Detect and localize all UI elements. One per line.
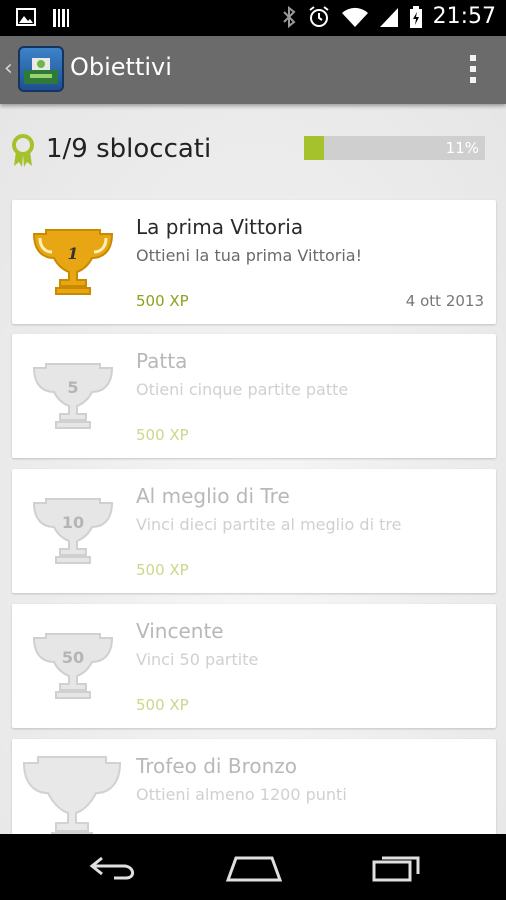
bluetooth-icon [282, 5, 296, 28]
achievements-screen[interactable]: 1/9 sbloccati 11% 1 La prima Vittoria Ot… [0, 104, 506, 834]
achievement-title: Vincente [136, 619, 224, 643]
signal-icon [379, 7, 398, 27]
back-icon[interactable] [84, 850, 144, 884]
achievement-card[interactable]: 50 Vincente Vinci 50 partite 500 XP [12, 604, 496, 728]
achievement-title: Trofeo di Bronzo [136, 754, 297, 778]
page-title: Obiettivi [70, 53, 172, 81]
large-trophy-icon [22, 756, 122, 834]
award-ribbon-icon [12, 134, 34, 167]
achievement-card[interactable]: Trofeo di Bronzo Ottieni almeno 1200 pun… [12, 739, 496, 834]
achievement-date: 4 ott 2013 [405, 292, 484, 310]
home-icon[interactable] [224, 850, 284, 884]
achievement-card[interactable]: 10 Al meglio di Tre Vinci dieci partite … [12, 469, 496, 593]
battery-icon [409, 5, 422, 28]
status-bar: 21:57 [0, 0, 506, 36]
silver-trophy-icon: 10 [32, 498, 114, 564]
achievement-xp: 500 XP [136, 426, 189, 444]
gold-trophy-icon: 1 [32, 229, 114, 295]
app-logo-icon[interactable] [18, 46, 64, 92]
progress-fill [304, 136, 324, 160]
achievement-description: Ottieni la tua prima Vittoria! [136, 246, 363, 265]
achievement-description: Vinci 50 partite [136, 650, 259, 669]
image-icon [16, 8, 36, 26]
action-bar: ‹ Obiettivi [0, 36, 506, 104]
overflow-menu-icon[interactable] [470, 55, 476, 83]
unlocked-count: 1/9 sbloccati [46, 134, 212, 164]
silver-trophy-icon: 5 [32, 363, 114, 429]
achievement-xp: 500 XP [136, 292, 189, 310]
summary-row: 1/9 sbloccati 11% [0, 104, 506, 196]
clock: 21:57 [432, 4, 496, 29]
silver-trophy-icon: 50 [32, 633, 114, 699]
achievement-xp: 500 XP [136, 561, 189, 579]
achievement-title: Patta [136, 349, 188, 373]
alarm-icon [308, 5, 329, 27]
wifi-icon [341, 7, 368, 27]
progress-label: 11% [445, 139, 479, 157]
achievement-card[interactable]: 5 Patta Otieni cinque partite patte 500 … [12, 334, 496, 458]
achievement-description: Ottieni almeno 1200 punti [136, 785, 347, 804]
navigation-bar [0, 834, 506, 900]
progress-bar: 11% [304, 136, 485, 160]
achievement-card[interactable]: 1 La prima Vittoria Ottieni la tua prima… [12, 200, 496, 324]
recent-apps-icon[interactable] [366, 850, 426, 884]
svg-text:1: 1 [67, 244, 78, 263]
svg-text:10: 10 [62, 513, 84, 532]
barcode-icon [53, 9, 69, 27]
achievement-description: Vinci dieci partite al meglio di tre [136, 515, 402, 534]
achievement-title: Al meglio di Tre [136, 484, 290, 508]
achievement-title: La prima Vittoria [136, 215, 304, 239]
up-caret-icon[interactable]: ‹ [4, 56, 13, 81]
svg-text:5: 5 [67, 378, 78, 397]
svg-text:50: 50 [62, 648, 84, 667]
achievement-description: Otieni cinque partite patte [136, 380, 349, 399]
achievement-xp: 500 XP [136, 696, 189, 714]
